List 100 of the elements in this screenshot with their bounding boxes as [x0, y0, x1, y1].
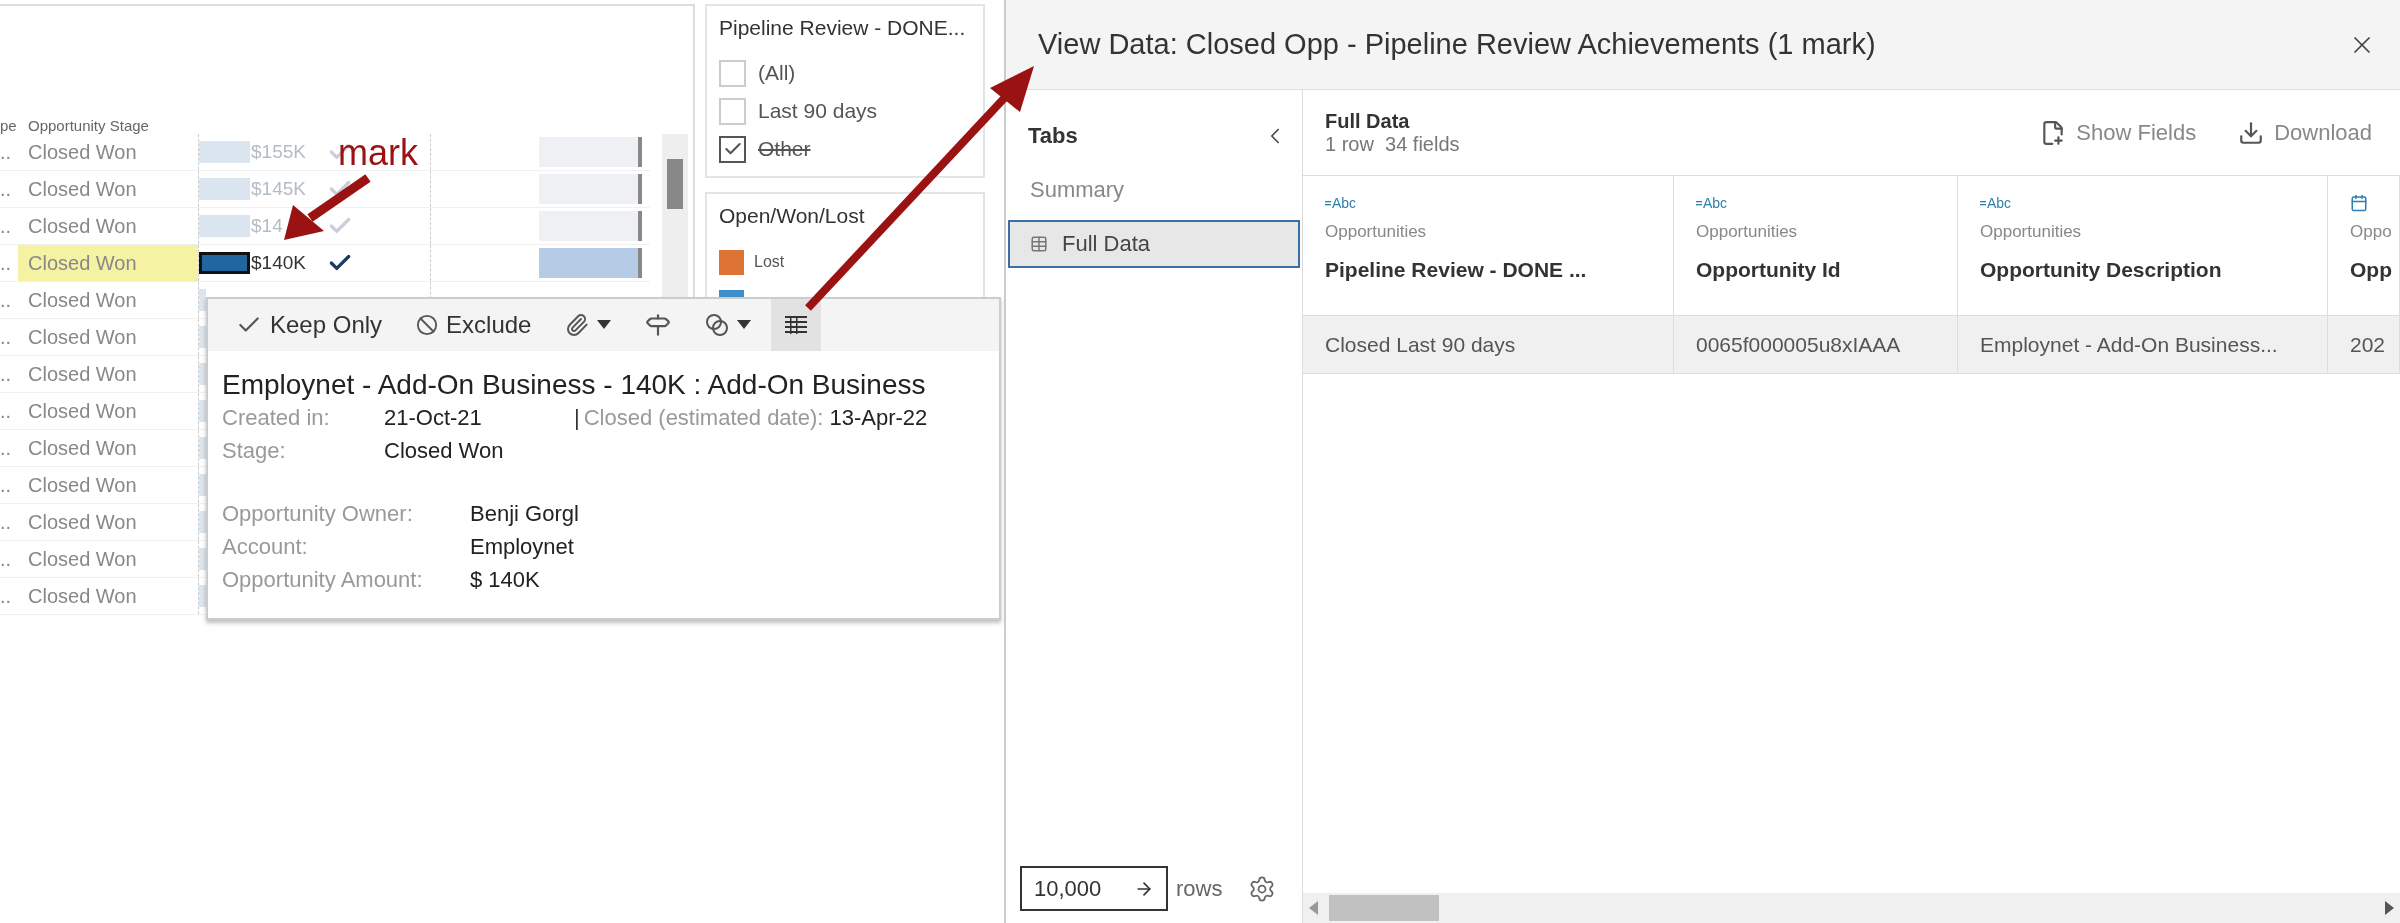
bar[interactable]	[539, 137, 642, 167]
scroll-left-icon[interactable]	[1309, 901, 1319, 915]
stage-cell[interactable]: Closed Won	[18, 578, 198, 614]
amount-label: $155K	[251, 141, 306, 163]
field-value: Benji Gorgl	[470, 501, 579, 527]
table-cell-text: ..	[0, 288, 13, 312]
table-cell-text: ..	[0, 399, 13, 423]
table-cell-text: ..	[0, 510, 13, 534]
toolbar-button[interactable]	[771, 299, 822, 351]
panel-title: Full Data	[1325, 109, 1411, 133]
lines-icon	[1325, 199, 1331, 207]
field-label: Created in:	[222, 405, 330, 431]
column-name: Opportunity Id	[1696, 258, 1842, 282]
filter-title: Pipeline Review - DONE...	[719, 16, 967, 41]
rows-label: rows	[1176, 875, 1223, 902]
table-cell: 202	[2328, 316, 2400, 374]
stage-cell[interactable]: Closed Won	[18, 319, 198, 355]
separator: |	[574, 405, 580, 431]
caret-icon[interactable]	[597, 320, 612, 330]
table-cell-text: ..	[0, 547, 13, 571]
action-button[interactable]: Exclude	[402, 299, 546, 351]
annotation-label: mark	[338, 132, 418, 174]
action-button[interactable]: Keep Only	[222, 299, 397, 351]
filter-option[interactable]: (All)	[758, 61, 796, 85]
scroll-right-icon[interactable]	[2384, 901, 2394, 915]
stage-cell[interactable]: Closed Won	[18, 282, 198, 318]
filter-option[interactable]: Other	[758, 137, 811, 161]
scrollbar[interactable]	[1303, 893, 2400, 923]
scroll-thumb[interactable]	[1329, 895, 1439, 921]
table-icon	[785, 316, 808, 334]
scroll-thumb[interactable]	[667, 159, 683, 209]
signpost-icon	[645, 312, 672, 338]
tooltip-title: Employnet - Add-On Business - 140K : Add-On Business	[222, 369, 927, 401]
stage-cell[interactable]: Closed Won	[18, 504, 198, 540]
type-label: Abc	[1703, 195, 1728, 211]
exclude-icon	[416, 314, 439, 336]
field-value: Employnet	[470, 534, 574, 560]
table-cell: Employnet - Add-On Business...	[1958, 316, 2328, 374]
table-cell: Closed Last 90 days	[1303, 316, 1674, 374]
lines-icon	[1980, 199, 1986, 207]
show-fields-button[interactable]: Show Fields	[2034, 118, 2203, 147]
field-label: Opportunity Amount:	[222, 567, 423, 593]
source-label: Oppo	[2350, 222, 2393, 242]
download-button[interactable]: Download	[2232, 118, 2378, 147]
stage-cell[interactable]: Closed Won	[18, 430, 198, 466]
stage-cell[interactable]: Closed Won	[18, 208, 198, 244]
stage-cell[interactable]: Closed Won	[18, 356, 198, 392]
legend-label: Lost	[754, 253, 785, 271]
type-label: Abc	[1987, 195, 2012, 211]
table-cell-text: ..	[0, 584, 13, 608]
stage-cell[interactable]: Closed Won	[18, 393, 198, 429]
table-cell-text: ..	[0, 140, 13, 164]
caret-icon[interactable]	[737, 320, 752, 330]
table-cell-text: ..	[0, 362, 13, 386]
field-value: $ 140K	[470, 567, 540, 593]
stage-cell[interactable]: Closed Won	[18, 467, 198, 503]
table-cell-text: ..	[0, 436, 13, 460]
calendar-icon	[2350, 194, 2368, 212]
column-header: Opportunity Stage	[27, 117, 150, 134]
field-value: 21-Oct-21	[384, 405, 482, 431]
amount-label: $145K	[251, 178, 306, 200]
field-label: Opportunity Owner:	[222, 501, 413, 527]
panel-subtitle: 1 row 34 fields	[1325, 132, 1460, 156]
table-icon	[1030, 235, 1048, 253]
column-name: Pipeline Review - DONE ...	[1325, 258, 1588, 282]
source-label: Opportunities	[1980, 222, 2083, 242]
checkbox[interactable]	[719, 135, 746, 163]
column-header: pe	[0, 117, 18, 134]
dialog-title: View Data: Closed Opp - Pipeline Review Achievements (1 mark)	[1038, 28, 1876, 61]
amount-label: $140K	[251, 252, 306, 274]
rows-input[interactable]: 10,000	[1020, 866, 1168, 911]
amount-label: $14	[251, 215, 283, 237]
lines-icon	[1696, 199, 1702, 207]
sidebar-tab[interactable]: Full Data	[1008, 220, 1300, 268]
field-label: Stage:	[222, 438, 286, 464]
table-cell: 0065f000005u8xIAAA	[1674, 316, 1958, 374]
bar[interactable]	[539, 174, 642, 204]
type-label: Abc	[1332, 195, 1357, 211]
field-value: Closed Won	[384, 438, 504, 464]
sidebar-tab[interactable]: Summary	[1008, 166, 1300, 214]
stage-cell[interactable]: Closed Won	[18, 541, 198, 577]
field-label: Closed (estimated date):	[583, 405, 824, 431]
stage-cell[interactable]: Closed Won	[18, 171, 198, 207]
source-label: Opportunities	[1696, 222, 1799, 242]
bar[interactable]	[199, 252, 251, 274]
legend-title: Open/Won/Lost	[719, 204, 866, 229]
table-cell-text: ..	[0, 177, 13, 201]
table-cell-text: ..	[0, 251, 13, 275]
source-label: Opportunities	[1325, 222, 1428, 242]
stage-cell[interactable]: Closed Won	[18, 134, 198, 170]
filter-option[interactable]: Last 90 days	[758, 99, 878, 123]
bar[interactable]	[539, 248, 642, 278]
table-cell-text: ..	[0, 214, 13, 238]
column-name: Opportunity Description	[1980, 258, 2223, 282]
bar[interactable]	[539, 211, 642, 241]
table-cell-text: ..	[0, 473, 13, 497]
circles-icon	[705, 313, 730, 337]
stage-cell[interactable]: Closed Won	[18, 245, 198, 281]
paperclip-icon	[565, 313, 590, 337]
column-name: Opp	[2350, 258, 2393, 282]
